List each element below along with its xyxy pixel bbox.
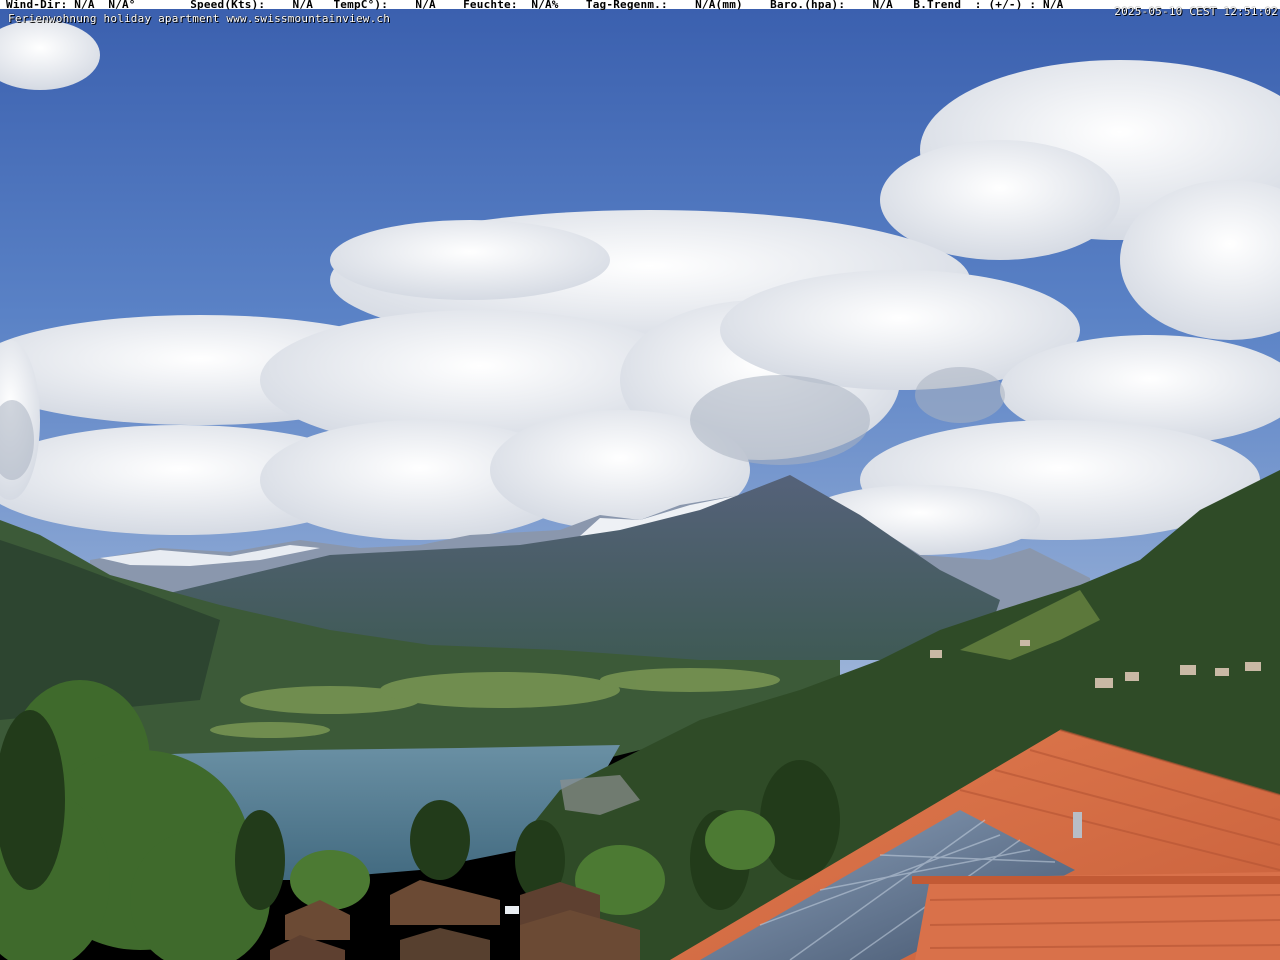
timestamp: 2025-05-10 CEST 12:51:02: [1114, 5, 1278, 18]
chimney-pipe: [1073, 812, 1082, 838]
weather-readout: Wind-Dir: N/A N/A° Speed(Kts): N/A TempC…: [6, 0, 1064, 11]
webcam-scene: Wind-Dir: N/A N/A° Speed(Kts): N/A TempC…: [0, 0, 1280, 960]
webcam-caption: Ferienwohnung holiday apartment www.swis…: [8, 12, 391, 25]
mountain-lake-photo: [0, 0, 1280, 960]
roof-lower-edge: [912, 876, 1280, 884]
